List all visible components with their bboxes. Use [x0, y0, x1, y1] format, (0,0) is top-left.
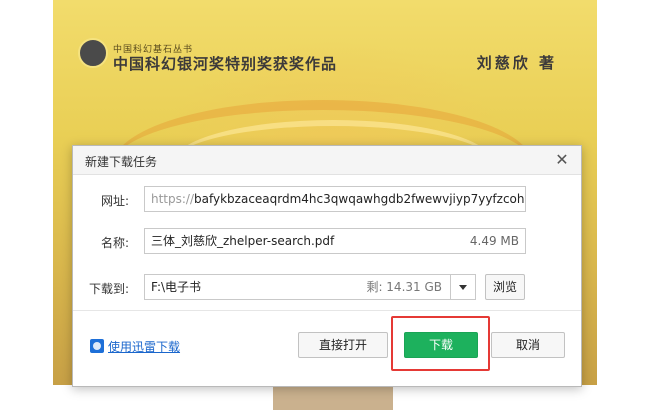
download-button[interactable]: 下载: [404, 332, 478, 358]
browse-button[interactable]: 浏览: [485, 274, 525, 300]
file-name-field[interactable]: 三体_刘慈欣_zhelper-search.pdf 4.49 MB: [144, 228, 526, 254]
close-icon[interactable]: ✕: [553, 151, 571, 169]
file-name-value: 三体_刘慈欣_zhelper-search.pdf: [151, 234, 335, 248]
xunlei-icon[interactable]: [90, 339, 104, 353]
save-to-label: 下载到:: [88, 282, 129, 296]
save-path-field[interactable]: F:\电子书 剩: 14.31 GB: [144, 274, 451, 300]
name-label: 名称:: [100, 236, 129, 250]
chevron-down-icon: [459, 285, 467, 290]
save-path-value: F:\电子书: [151, 280, 202, 294]
cancel-button[interactable]: 取消: [491, 332, 565, 358]
url-prefix: https://: [151, 192, 195, 206]
url-label: 网址:: [100, 194, 129, 208]
cover-author: 刘慈欣 著: [476, 54, 557, 72]
path-dropdown-button[interactable]: [451, 274, 476, 300]
footer-divider: [73, 310, 581, 311]
open-directly-button[interactable]: 直接打开: [298, 332, 388, 358]
free-space-text: 剩: 14.31 GB: [366, 280, 442, 294]
file-size: 4.49 MB: [469, 234, 519, 248]
dialog-titlebar: 新建下载任务 ✕: [73, 146, 581, 175]
use-xunlei-link[interactable]: 使用迅雷下载: [108, 338, 180, 355]
url-value: bafykbzaceaqrdm4hc3qwqawhgdb2fwewvjiyp7y…: [194, 192, 526, 206]
series-logo-icon: [78, 38, 108, 68]
dialog-title: 新建下载任务: [85, 155, 158, 169]
cover-title: 中国科幻银河奖特别奖获奖作品: [113, 55, 338, 73]
url-field[interactable]: https://bafykbzaceaqrdm4hc3qwqawhgdb2fwe…: [144, 186, 526, 212]
new-download-dialog: 新建下载任务 ✕ 网址: https://bafykbzaceaqrdm4hc3…: [72, 145, 582, 387]
